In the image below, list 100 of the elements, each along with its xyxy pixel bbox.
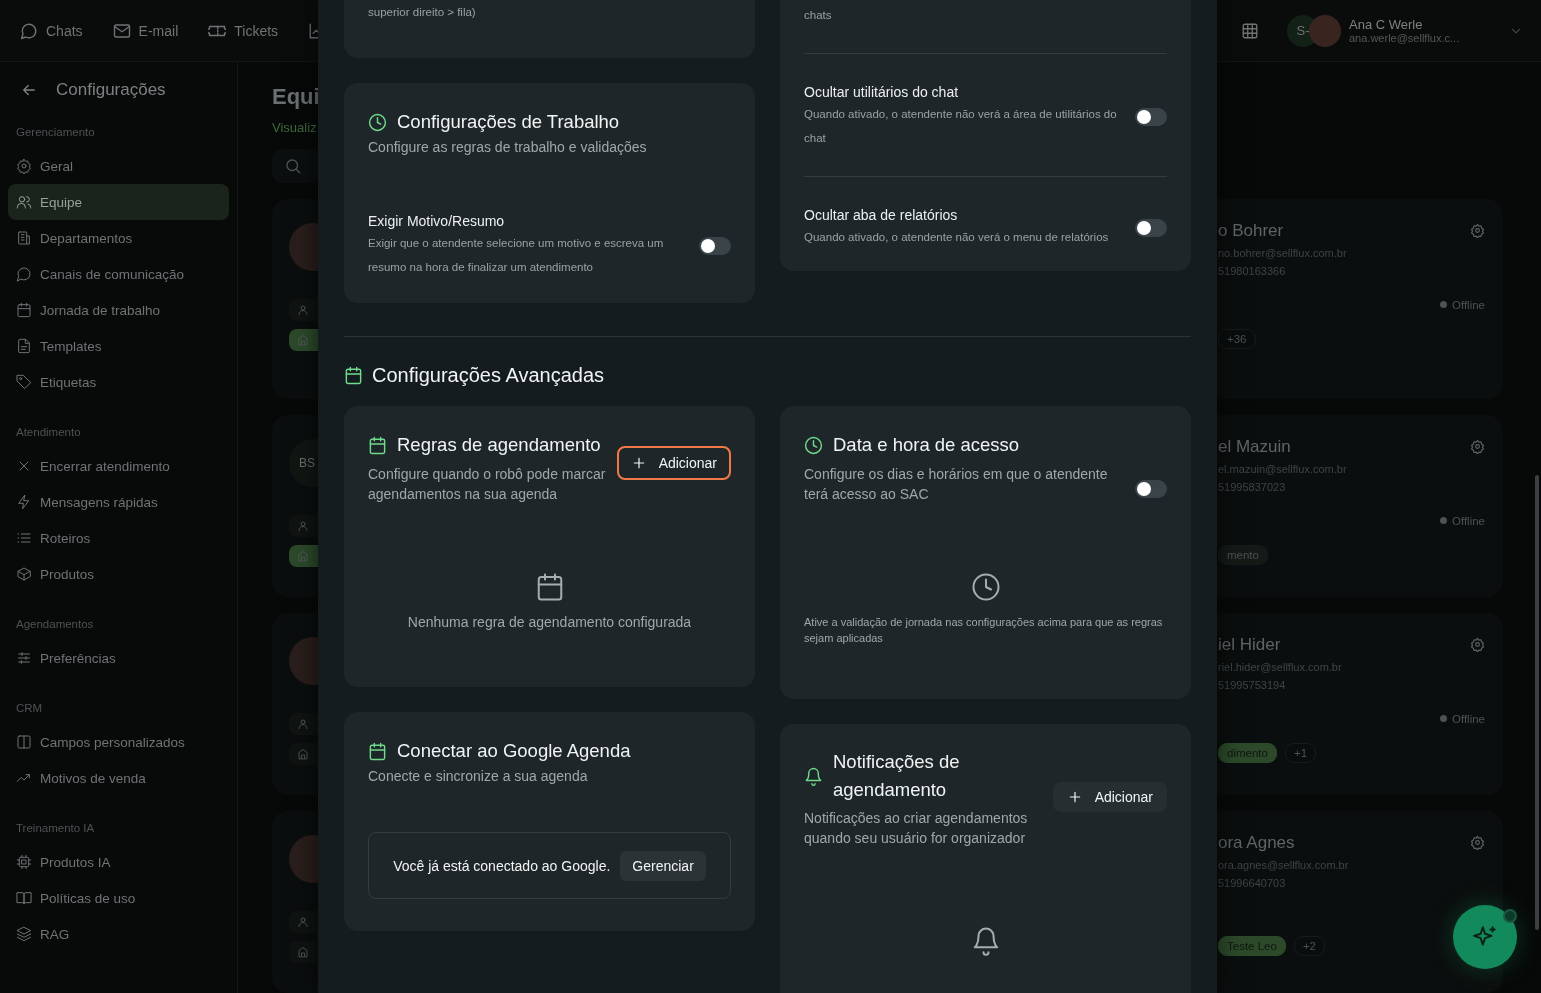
- setting-description: Exigir que o atendente selecione um motivo e escreva um resumo na hora de finalizar um atendimento: [368, 236, 665, 275]
- search-icon: [284, 157, 302, 176]
- sidebar-title: Configurações: [56, 80, 166, 100]
- sidebar-item[interactable]: Políticas de uso: [8, 880, 229, 916]
- status-dot-icon: [1439, 715, 1447, 723]
- status-dot-icon: [1439, 517, 1447, 525]
- sidebar-item[interactable]: Preferências: [8, 640, 229, 676]
- sliders-icon: [16, 650, 32, 666]
- card-title: Data e hora de acesso: [833, 434, 1020, 456]
- notice-text: Ative a validação de jornada nas configurações acima para que as regras sejam aplicadas: [804, 615, 1164, 646]
- setting-description: Quando ativado, o atendente não verá o menu de relatórios: [804, 230, 1110, 245]
- nav-link[interactable]: Chats: [20, 21, 83, 40]
- sidebar-item[interactable]: Departamentos: [8, 220, 229, 256]
- nav-link[interactable]: E-mail: [112, 21, 179, 40]
- status-dot-icon: [1439, 301, 1447, 309]
- section-heading: Treinamento IA: [15, 821, 96, 836]
- settings-icon[interactable]: [1470, 223, 1485, 239]
- setting-title: Ocultar utilitários do chat: [804, 84, 960, 100]
- sidebar-item[interactable]: Equipe: [8, 184, 229, 220]
- setting-title: Exigir Motivo/Resumo: [368, 213, 506, 229]
- card-subtitle: Configure as regras de trabalho e validações: [368, 139, 648, 155]
- member-name: el Mazuin: [1218, 437, 1291, 457]
- tag: +1: [1284, 743, 1317, 763]
- nav-link[interactable]: Tickets: [208, 21, 279, 40]
- member-name: o Bohrer: [1218, 221, 1284, 241]
- user-icon: [297, 304, 309, 316]
- clock-icon: [368, 112, 387, 132]
- cube-icon: [16, 566, 32, 582]
- sidebar-item[interactable]: Produtos: [8, 556, 229, 592]
- sidebar-item[interactable]: Motivos de venda: [8, 760, 229, 796]
- columns-icon: [16, 734, 32, 750]
- sidebar-item[interactable]: Roteiros: [8, 520, 229, 556]
- setting-title: Ocultar aba de relatórios: [804, 207, 959, 223]
- add-button[interactable]: Adicionar: [616, 446, 731, 480]
- setting-description: chats: [804, 9, 832, 21]
- member-name: ora Agnes: [1218, 833, 1295, 853]
- settings-icon[interactable]: [1470, 835, 1485, 851]
- sidebar-item[interactable]: Templates: [8, 328, 229, 364]
- sidebar-item[interactable]: Encerrar atendimento: [8, 448, 229, 484]
- calendar-icon: [344, 365, 363, 385]
- member-name: iel Hider: [1218, 635, 1281, 655]
- sidebar-item[interactable]: Campos personalizados: [8, 724, 229, 760]
- users-icon: [16, 194, 32, 210]
- user-name: Ana C Werle: [1349, 17, 1424, 32]
- section-heading: Gerenciamento: [15, 125, 96, 140]
- layers-icon: [16, 926, 32, 942]
- card-title: Notificações de agendamento: [833, 750, 961, 802]
- status-text: Offline: [1451, 299, 1485, 311]
- sidebar-item[interactable]: RAG: [8, 916, 229, 952]
- section-title: Configurações Avançadas: [372, 363, 604, 387]
- sidebar-item[interactable]: Jornada de trabalho: [8, 292, 229, 328]
- sidebar-item[interactable]: Mensagens rápidas: [8, 484, 229, 520]
- scrollbar[interactable]: [1535, 475, 1539, 930]
- tag: +2: [1293, 936, 1325, 956]
- settings-icon[interactable]: [1470, 637, 1485, 653]
- initials-avatar: BS: [289, 439, 318, 487]
- member-email: no.bohrer@sellflux.com.br: [1218, 247, 1348, 259]
- member-phone: 51995753194: [1218, 679, 1287, 691]
- manage-button[interactable]: Gerenciar: [620, 850, 706, 881]
- chat-bubble-icon: [20, 21, 38, 40]
- page-subtitle: Visualiz: [272, 120, 317, 137]
- mail-icon: [112, 21, 131, 40]
- member-phone: 51980163366: [1218, 265, 1287, 277]
- add-button[interactable]: Adicionar: [1052, 782, 1167, 812]
- toggle-switch[interactable]: [1135, 108, 1167, 126]
- settings-icon[interactable]: [1470, 439, 1485, 455]
- sidebar-item[interactable]: Canais de comunicação: [8, 256, 229, 292]
- book-icon: [16, 890, 32, 906]
- sidebar-item[interactable]: Etiquetas: [8, 364, 229, 400]
- calendar-icon: [368, 435, 387, 455]
- user-icon: [297, 916, 309, 928]
- search-field[interactable]: [272, 149, 318, 183]
- tag: mento: [1218, 545, 1268, 565]
- toggle-switch[interactable]: [1135, 480, 1167, 498]
- card-title: Conectar ao Google Agenda: [397, 740, 631, 762]
- photo-placeholder: [1309, 14, 1341, 47]
- sidebar-item[interactable]: Geral: [8, 148, 229, 184]
- calendar-icon: [16, 302, 32, 318]
- grid-icon[interactable]: [1241, 21, 1259, 40]
- member-phone: 51996640703: [1218, 877, 1287, 889]
- setting-description: Quando ativado, o atendente não verá a área de utilitários do chat: [804, 107, 1118, 146]
- user-icon: [297, 718, 309, 730]
- toggle-switch[interactable]: [699, 237, 731, 255]
- calendar-icon: [368, 741, 387, 761]
- sidebar-item[interactable]: Produtos IA: [8, 844, 229, 880]
- card-subtitle: Notificações ao criar agendamentos quando seu usuário for organizador: [804, 809, 1029, 848]
- member-email: riel.hider@sellflux.com.br: [1218, 661, 1343, 673]
- setting-description: superior direito > fila): [368, 6, 476, 18]
- bell-icon: [804, 766, 823, 786]
- card-subtitle: Conecte e sincronize a sua agenda: [368, 768, 589, 784]
- card-subtitle: Configure quando o robô pode marcar agendamentos na sua agenda: [368, 465, 607, 504]
- page-title: Equi: [272, 84, 320, 111]
- status-text: Offline: [1451, 713, 1485, 725]
- toggle-switch[interactable]: [1135, 219, 1167, 237]
- user-icon: [297, 520, 309, 532]
- tag: +36: [1218, 329, 1256, 349]
- card-title: Configurações de Trabalho: [397, 111, 620, 133]
- section-heading: CRM: [15, 701, 44, 716]
- connection-status: Você já está conectado ao Google.: [393, 857, 611, 874]
- card-subtitle: Configure os dias e horários em que o atendente terá acesso ao SAC: [804, 465, 1109, 504]
